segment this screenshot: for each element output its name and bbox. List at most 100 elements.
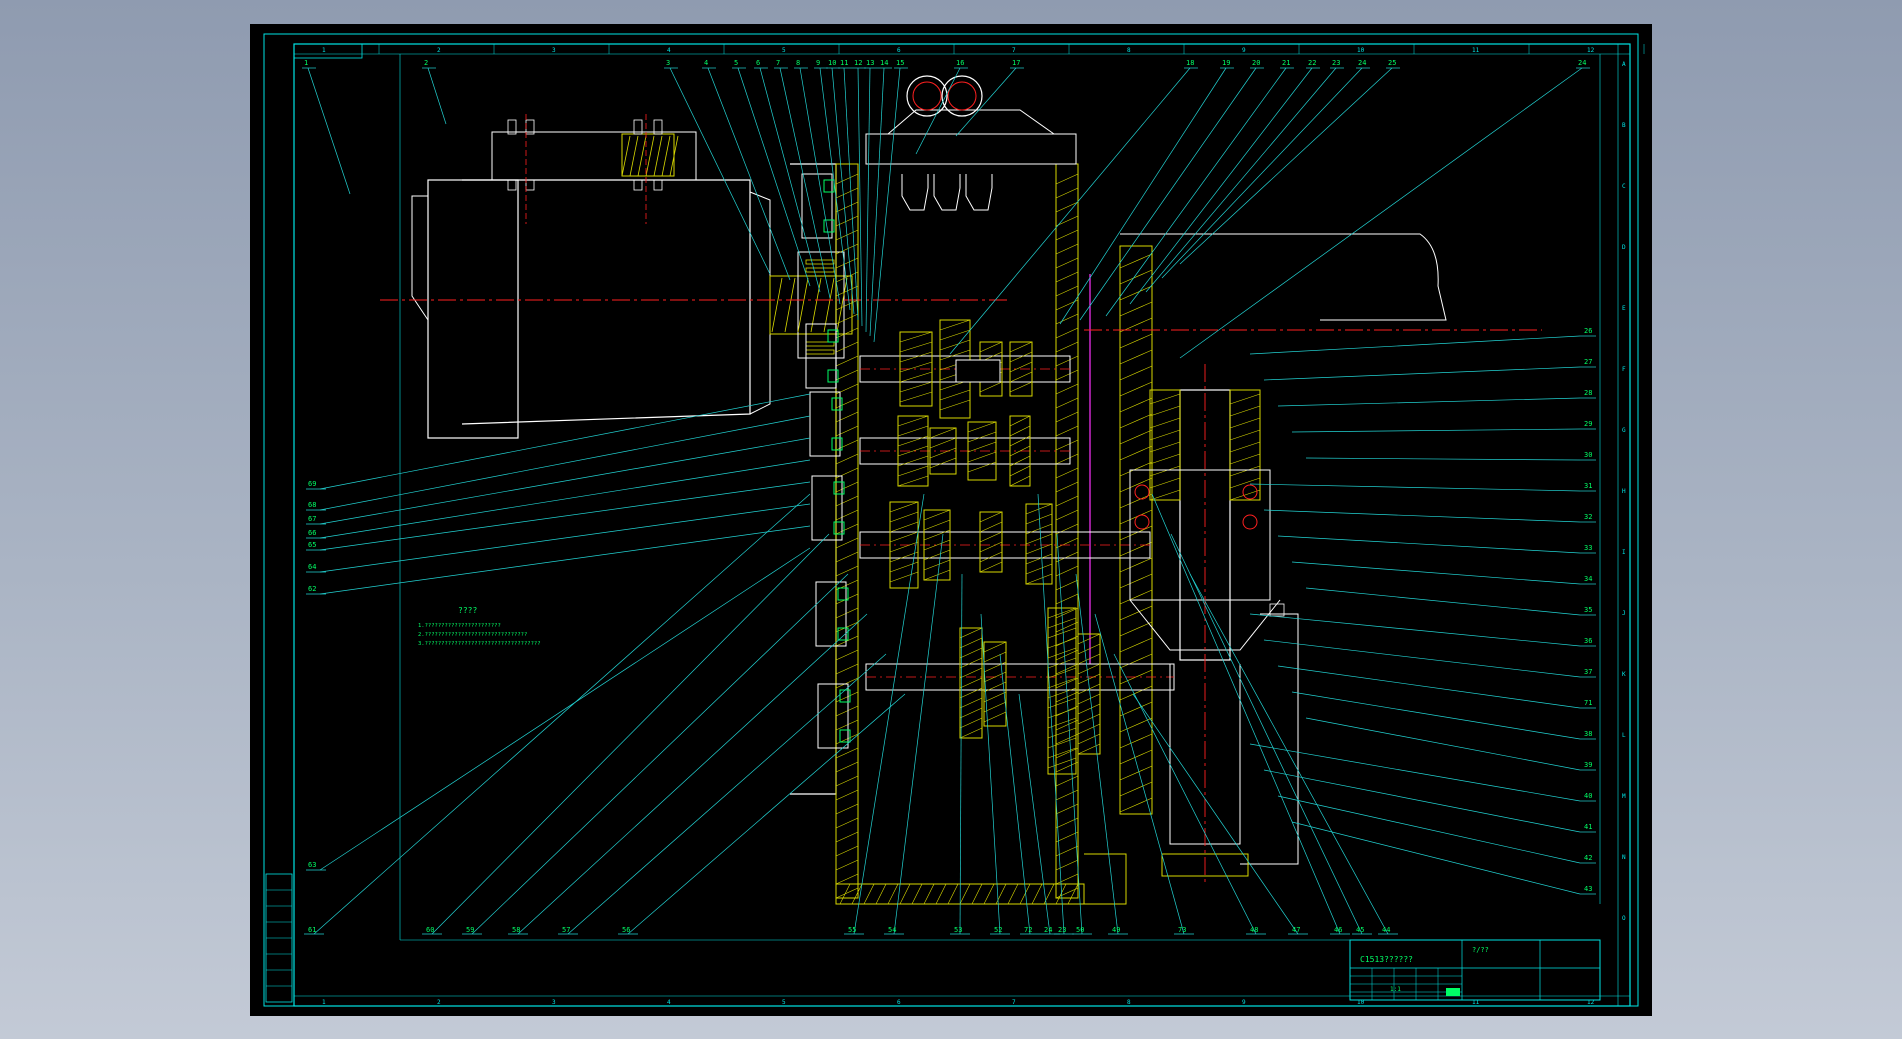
part-label-bottom: 58 [512,926,520,934]
housing-hatch [1055,509,1079,521]
part-label-right: 41 [1584,823,1592,831]
gear-hatch [967,451,997,463]
gear-hatch [1077,633,1101,645]
part-label-bottom: 53 [954,926,962,934]
leader-bottom [313,493,811,935]
part-label-right: 39 [1584,761,1592,769]
grid-side-label: C [1622,183,1626,190]
cover-hatch [1119,621,1153,637]
gearbox-housing [790,75,1447,905]
housing-hatch [835,327,859,339]
grid-top-label: 3 [552,47,556,54]
part-label-left: 68 [308,501,316,509]
leader-right [1249,335,1581,355]
housing-hatch [835,663,859,675]
housing-hatch [1055,201,1079,213]
gear-hatch [1009,361,1033,373]
coupling-hatch [771,277,783,333]
gear-hatch [923,509,951,521]
gear-hatch [979,561,1003,573]
gear-hatch [1009,465,1031,477]
gear-hatch [899,391,933,403]
grid-side-label: N [1622,854,1626,861]
part-label-right: 40 [1584,792,1592,800]
grid-bottom-label: 3 [552,999,556,1006]
housing-hatch [1055,537,1079,549]
leader-top [737,67,811,287]
gear-hatch [899,371,933,383]
housing-hatch [1055,383,1079,395]
notes-line-3: 3.??????????????????????????????????? [418,641,541,647]
gear-hatch [1077,643,1101,655]
spindle-hatch [1149,489,1181,501]
motor-end-cap [411,195,429,322]
gear-hatch [967,431,997,443]
gear-hatch [1077,653,1101,665]
grid-bottom-label: 7 [1012,999,1016,1006]
housing-hatch [835,859,859,871]
gear-hatch [939,349,971,361]
part-label-top: 4 [704,59,708,67]
housing-hatch [835,173,859,185]
leader-bottom [431,533,830,935]
grid-bottom-label: 5 [782,999,786,1006]
housing-hatch [1055,733,1079,745]
housing-hatch [1055,467,1079,479]
leader-left [319,393,811,490]
housing-hatch [1055,425,1079,437]
leader-right [1291,821,1581,895]
leader-bottom [999,653,1031,935]
housing-hatch [835,397,859,409]
inner-border [293,43,1631,1007]
housing-hatch [1055,439,1079,451]
mount-bolt [633,179,643,191]
title-block: C1513?????? ?/?? 1:1 [1349,939,1601,1001]
cover-hatch [1119,765,1153,781]
grid-side-label: H [1622,488,1626,495]
leader-top [707,67,791,281]
housing-left-hatch [835,163,859,899]
gear-hatch [923,569,951,581]
grid-reference-labels: 1 2 3 4 5 6 7 8 9 10 11 121 2 3 4 5 6 7 8 9 10 11 12ABCDEFGHIJ… [322,44,1645,1006]
base-hatch [1007,883,1019,905]
base-hatch [971,883,983,905]
cover-hatch [1119,445,1153,461]
motor-terminal-box [491,131,697,181]
leader-top [949,67,1191,355]
gear-hatch [959,627,983,639]
top-cover [865,133,1077,165]
part-label-top: 15 [896,59,904,67]
leader-right [1249,483,1581,492]
spindle-hatch [1229,405,1261,417]
leader-bottom [1151,493,1341,935]
cover-hatch [1119,557,1153,573]
leader-top [307,67,351,195]
base-hatch [863,883,875,905]
gear-hatch [983,641,1007,653]
part-label-left: 64 [308,563,316,571]
bearing-cap-left [815,581,847,647]
part-label-top: 12 [854,59,862,67]
gear-hatch [939,399,971,411]
housing-right-hatch [1055,163,1079,899]
grid-top-label: 7 [1012,47,1016,54]
terminal-hatch-line [621,135,631,177]
base-hatch [1031,883,1043,905]
gear-hatch [1047,677,1077,689]
cover-hatch [1119,637,1153,653]
part-label-top: 6 [756,59,760,67]
grid-top-label: 8 [1127,47,1131,54]
base-hatch [875,883,887,905]
leader-right [1263,769,1581,833]
housing-hatch [1055,761,1079,773]
grid-bottom-label: 1 [322,999,326,1006]
cover-hatch [1119,397,1153,413]
part-label-bottom: 48 [1250,926,1258,934]
leader-bottom [1094,613,1185,935]
cover-hatch [1119,733,1153,749]
spindle-hatch [1149,453,1181,465]
gear-hatch [939,389,971,401]
grid-side-label: D [1622,244,1626,251]
right-cover-plate [1119,245,1153,815]
base-foot [1084,853,1127,905]
